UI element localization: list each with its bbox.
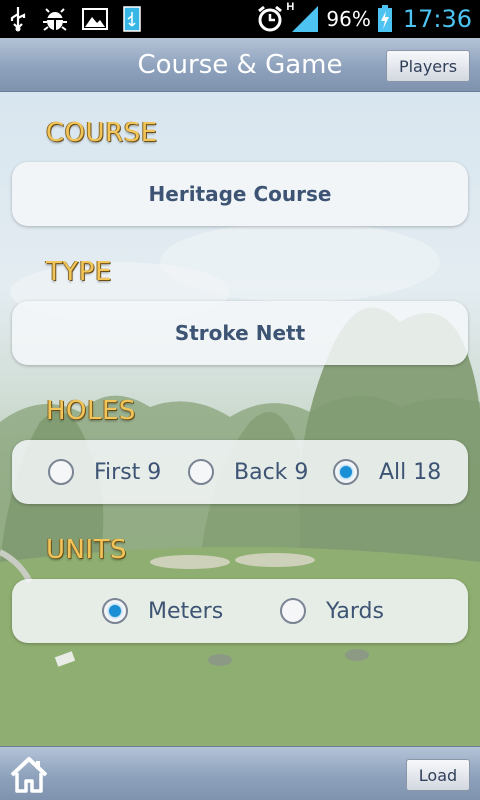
holes-radio-group: First 9 Back 9 All 18	[12, 440, 468, 504]
network-type: H	[286, 1, 295, 13]
signal-h-icon: H	[286, 1, 320, 33]
content-area: COURSE Heritage Course TYPE Stroke Nett …	[0, 92, 480, 746]
clock: 17:36	[402, 5, 472, 33]
battery-charging-icon	[377, 5, 393, 33]
radio-icon	[280, 598, 306, 624]
units-section-label: UNITS	[46, 535, 128, 565]
holes-option-all-18[interactable]: All 18	[333, 440, 441, 504]
course-selector[interactable]: Heritage Course	[12, 162, 468, 226]
holes-option-label: All 18	[379, 459, 442, 485]
type-selector[interactable]: Stroke Nett	[12, 301, 468, 365]
holes-option-label: Back 9	[234, 459, 309, 485]
android-debug-icon	[42, 6, 68, 32]
holes-option-first-9[interactable]: First 9	[48, 440, 161, 504]
usb-icon	[8, 6, 28, 32]
type-section-label: TYPE	[46, 257, 112, 287]
load-button[interactable]: Load	[406, 759, 470, 791]
type-value: Stroke Nett	[174, 321, 306, 345]
units-option-yards[interactable]: Yards	[280, 579, 384, 643]
bottom-bar: Load	[0, 746, 480, 800]
status-bar: H 96% 17:36	[0, 0, 480, 38]
units-option-meters[interactable]: Meters	[102, 579, 223, 643]
units-option-label: Yards	[326, 598, 384, 624]
sd-card-icon	[122, 6, 142, 32]
radio-icon	[188, 459, 214, 485]
alarm-icon	[256, 5, 284, 33]
players-button[interactable]: Players	[386, 50, 470, 82]
image-icon	[82, 8, 108, 30]
radio-selected-icon	[333, 459, 359, 485]
holes-option-back-9[interactable]: Back 9	[188, 440, 308, 504]
title-bar: Course & Game Players	[0, 38, 480, 92]
holes-option-label: First 9	[94, 459, 162, 485]
course-section-label: COURSE	[46, 118, 158, 148]
battery-percent: 96%	[326, 7, 371, 31]
radio-selected-icon	[102, 598, 128, 624]
home-icon[interactable]	[8, 753, 50, 795]
holes-section-label: HOLES	[46, 396, 136, 426]
units-option-label: Meters	[148, 598, 224, 624]
units-radio-group: Meters Yards	[12, 579, 468, 643]
radio-icon	[48, 459, 74, 485]
course-value: Heritage Course	[148, 182, 332, 206]
